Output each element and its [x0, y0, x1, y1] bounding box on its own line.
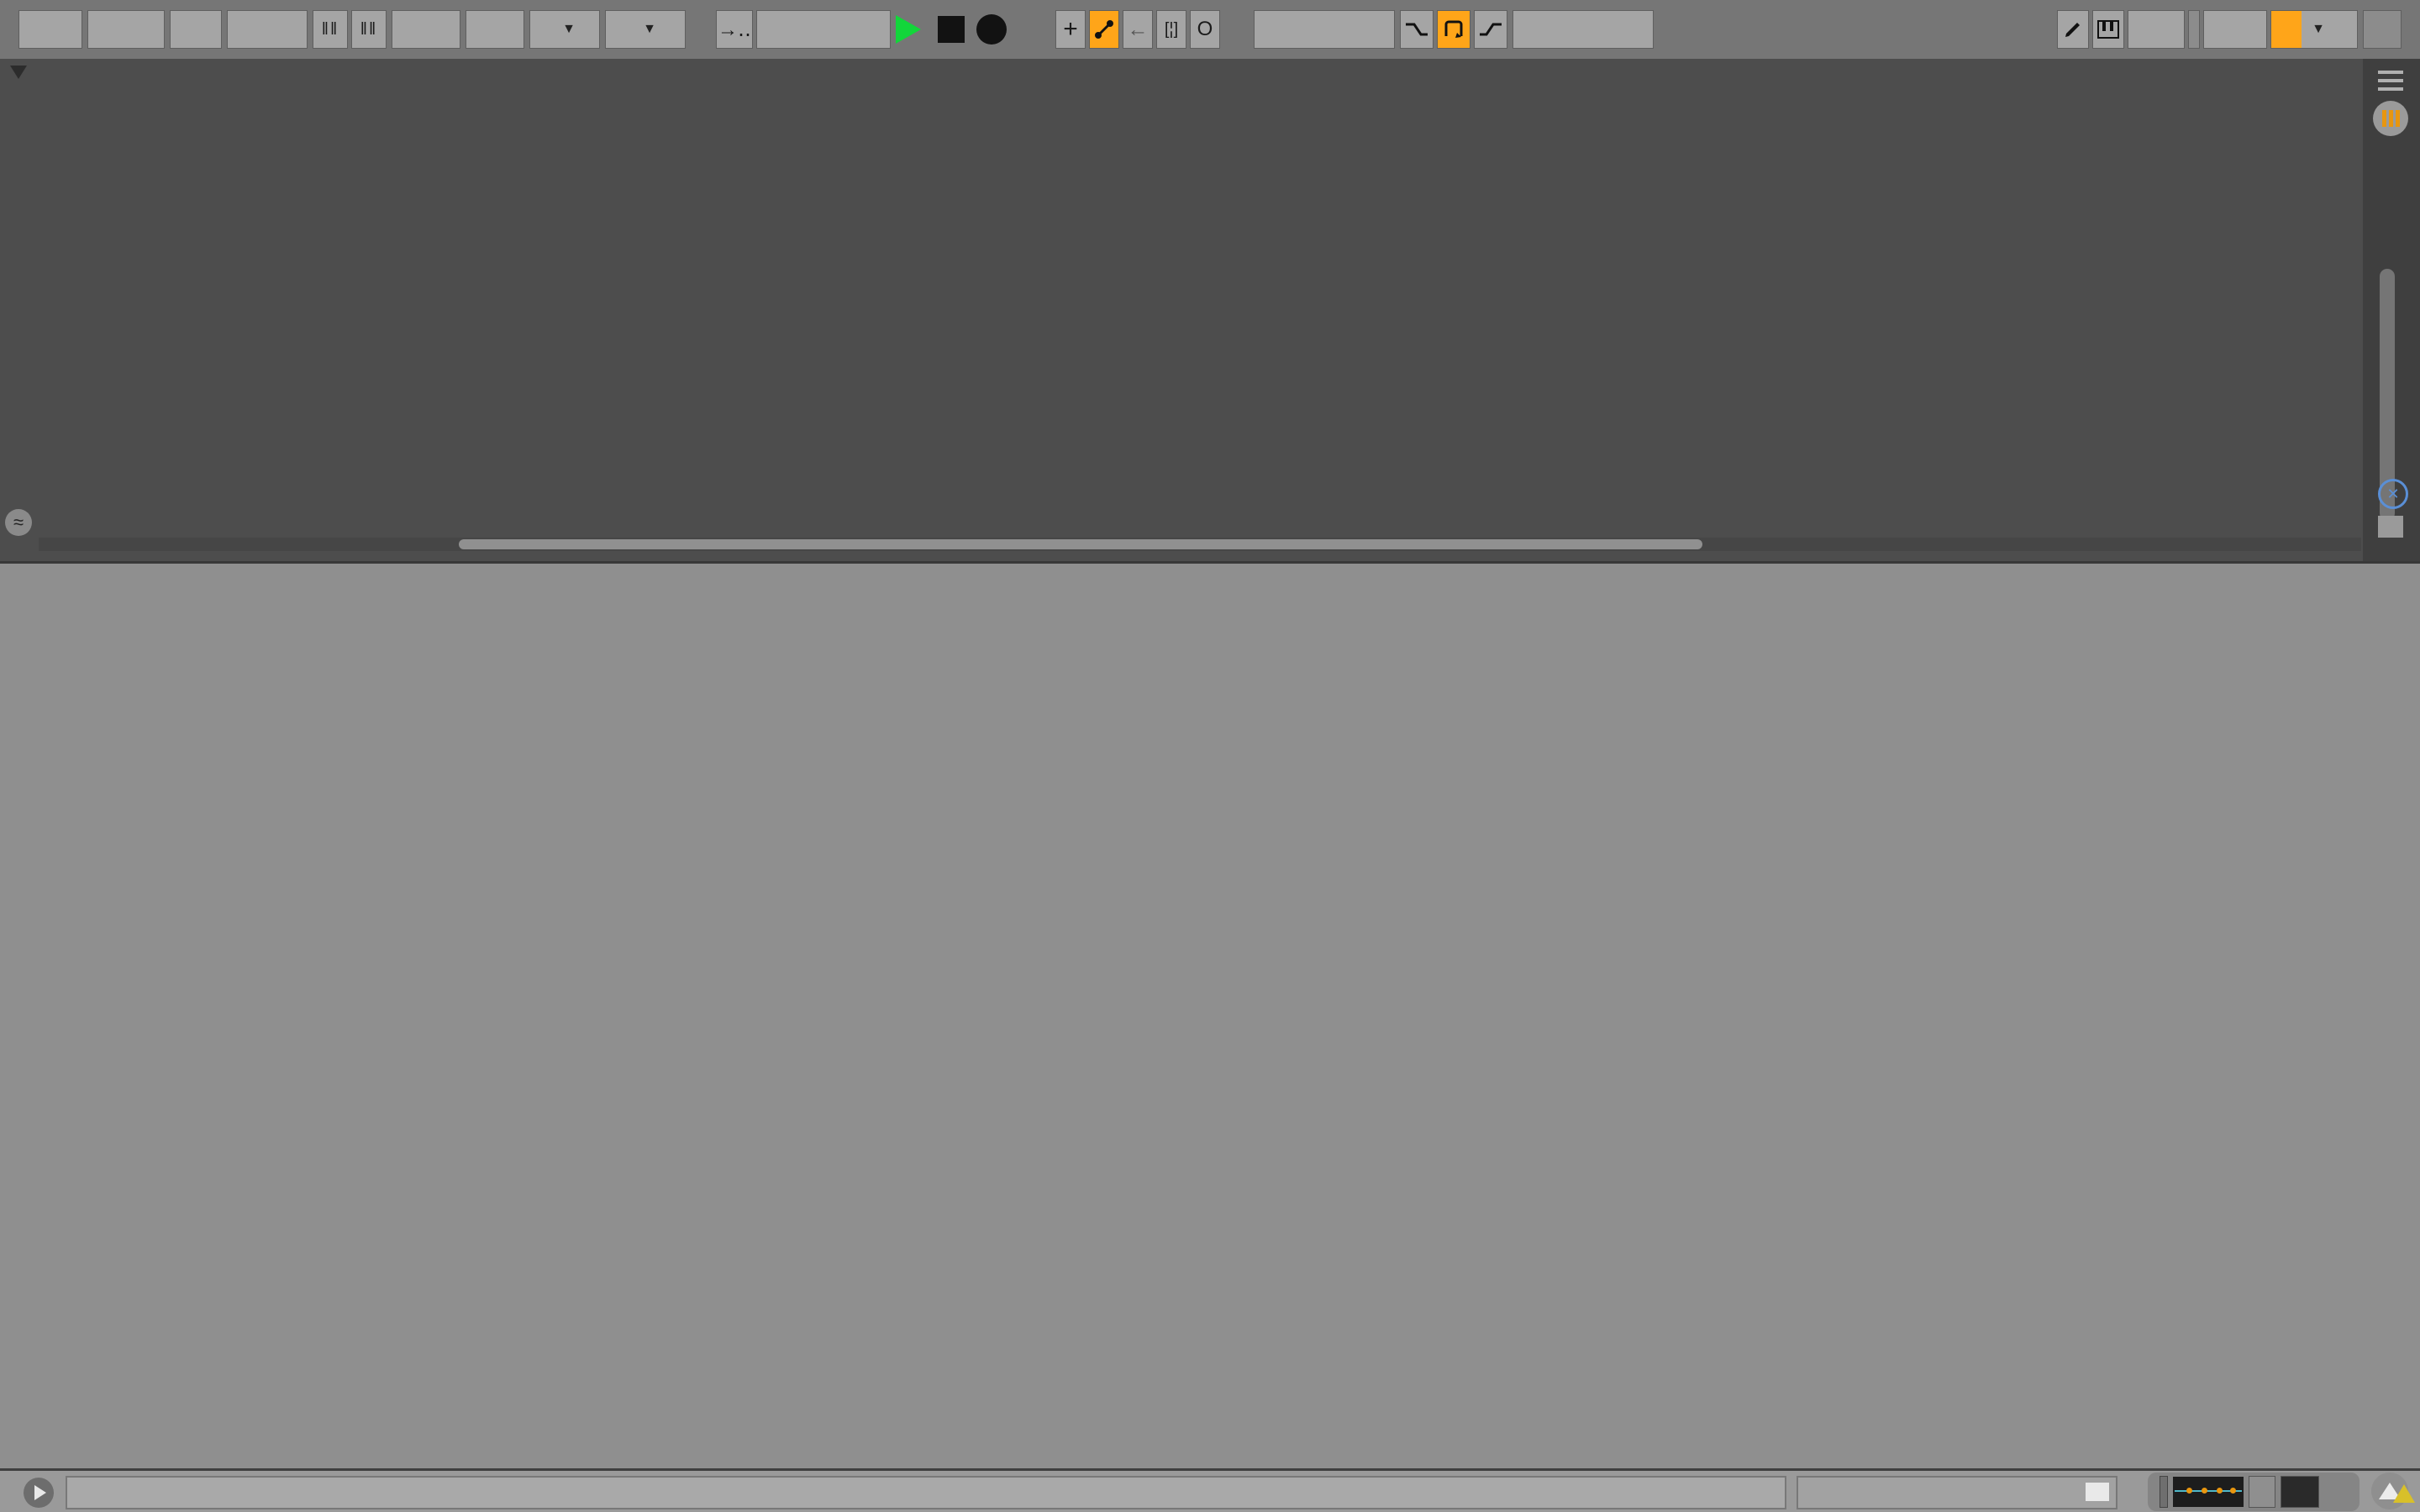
- status-play-icon: [24, 1478, 54, 1508]
- tap-tempo-button[interactable]: [170, 10, 222, 49]
- nudge-up-button[interactable]: ‖‖: [351, 10, 387, 49]
- tempo-field[interactable]: [227, 10, 308, 49]
- key-indicator: [2188, 10, 2200, 49]
- loop-toggle-icon[interactable]: O: [1190, 10, 1220, 49]
- back-to-arrangement-button[interactable]: ←: [1123, 10, 1153, 49]
- transport-toolbar: ‖‖ ‖‖ ▼ ▼ →‥ + ← [¦] O ▼: [0, 0, 2420, 60]
- crossfader-toggle[interactable]: [2378, 516, 2403, 538]
- keyboard-icon: [2097, 20, 2119, 39]
- device-mini-eq: [2173, 1477, 2244, 1507]
- loop-button[interactable]: [1437, 10, 1470, 49]
- play-button[interactable]: [896, 15, 921, 44]
- punch-out-button[interactable]: [1474, 10, 1507, 49]
- session-hscroll-track[interactable]: [39, 538, 2361, 551]
- punch-in-button[interactable]: [1400, 10, 1434, 49]
- quantization-field[interactable]: [466, 10, 524, 49]
- metronome-button[interactable]: ▼: [529, 10, 600, 49]
- cpu-meter[interactable]: ▼: [2270, 10, 2358, 49]
- nudge-down-button[interactable]: ‖‖: [313, 10, 348, 49]
- link-button[interactable]: [18, 10, 82, 49]
- midi-track-indicator: [2363, 10, 2402, 49]
- session-hscroll-handle[interactable]: [459, 539, 1702, 549]
- mixer-io-icon[interactable]: [2373, 101, 2408, 136]
- selected-device-chip[interactable]: [2148, 1473, 2360, 1511]
- pencil-icon: [2065, 23, 2080, 37]
- status-progress-chip: [2086, 1483, 2109, 1501]
- cpu-load-fill: [2271, 11, 2302, 48]
- loop-start-field[interactable]: [1254, 10, 1395, 49]
- stop-button[interactable]: [938, 16, 965, 43]
- overdub-icon: [1095, 20, 1113, 39]
- record-button[interactable]: [976, 14, 1007, 45]
- hamburger-icon[interactable]: [2378, 71, 2403, 91]
- arrangement-position-field[interactable]: [756, 10, 891, 49]
- computer-midi-keyboard-button[interactable]: [2092, 10, 2124, 49]
- collapse-arrow-icon[interactable]: [10, 66, 27, 79]
- device-mini-2: [2281, 1476, 2319, 1508]
- status-bar: [0, 1468, 2420, 1512]
- tempo-follower-icon[interactable]: ≈: [5, 509, 32, 536]
- new-button[interactable]: +: [1055, 10, 1086, 49]
- clip-detail-view: [0, 561, 2420, 1471]
- device-mini-rack: [2160, 1476, 2168, 1508]
- arrangement-follow-icon[interactable]: →‥: [716, 10, 753, 49]
- time-signature-field[interactable]: [392, 10, 460, 49]
- midi-overdub-button[interactable]: [1089, 10, 1119, 49]
- device-mini-1: [2249, 1476, 2275, 1508]
- punch-in-icon: [1406, 23, 1428, 36]
- status-progress-box: [1797, 1476, 2118, 1509]
- session-right-sidebar: ✕: [2363, 59, 2420, 561]
- status-info-box: [66, 1476, 1786, 1509]
- loop-length-field[interactable]: [1512, 10, 1654, 49]
- quantize-menu[interactable]: ▼: [605, 10, 686, 49]
- io-x-icon[interactable]: ✕: [2378, 479, 2408, 509]
- warning-icon[interactable]: [2393, 1484, 2415, 1503]
- draw-mode-button[interactable]: [2057, 10, 2089, 49]
- draw-mode-frame-button[interactable]: [¦]: [1156, 10, 1186, 49]
- punch-out-icon: [1480, 23, 1502, 36]
- key-map-button[interactable]: [2128, 10, 2185, 49]
- follow-tempo-button[interactable]: [87, 10, 165, 49]
- ableton-live-window: ‖‖ ‖‖ ▼ ▼ →‥ + ← [¦] O ▼ ≈ ✕: [0, 0, 2420, 1512]
- session-view: ≈ ✕: [0, 59, 2420, 561]
- midi-map-button[interactable]: [2203, 10, 2267, 49]
- loop-icon: [1444, 20, 1463, 38]
